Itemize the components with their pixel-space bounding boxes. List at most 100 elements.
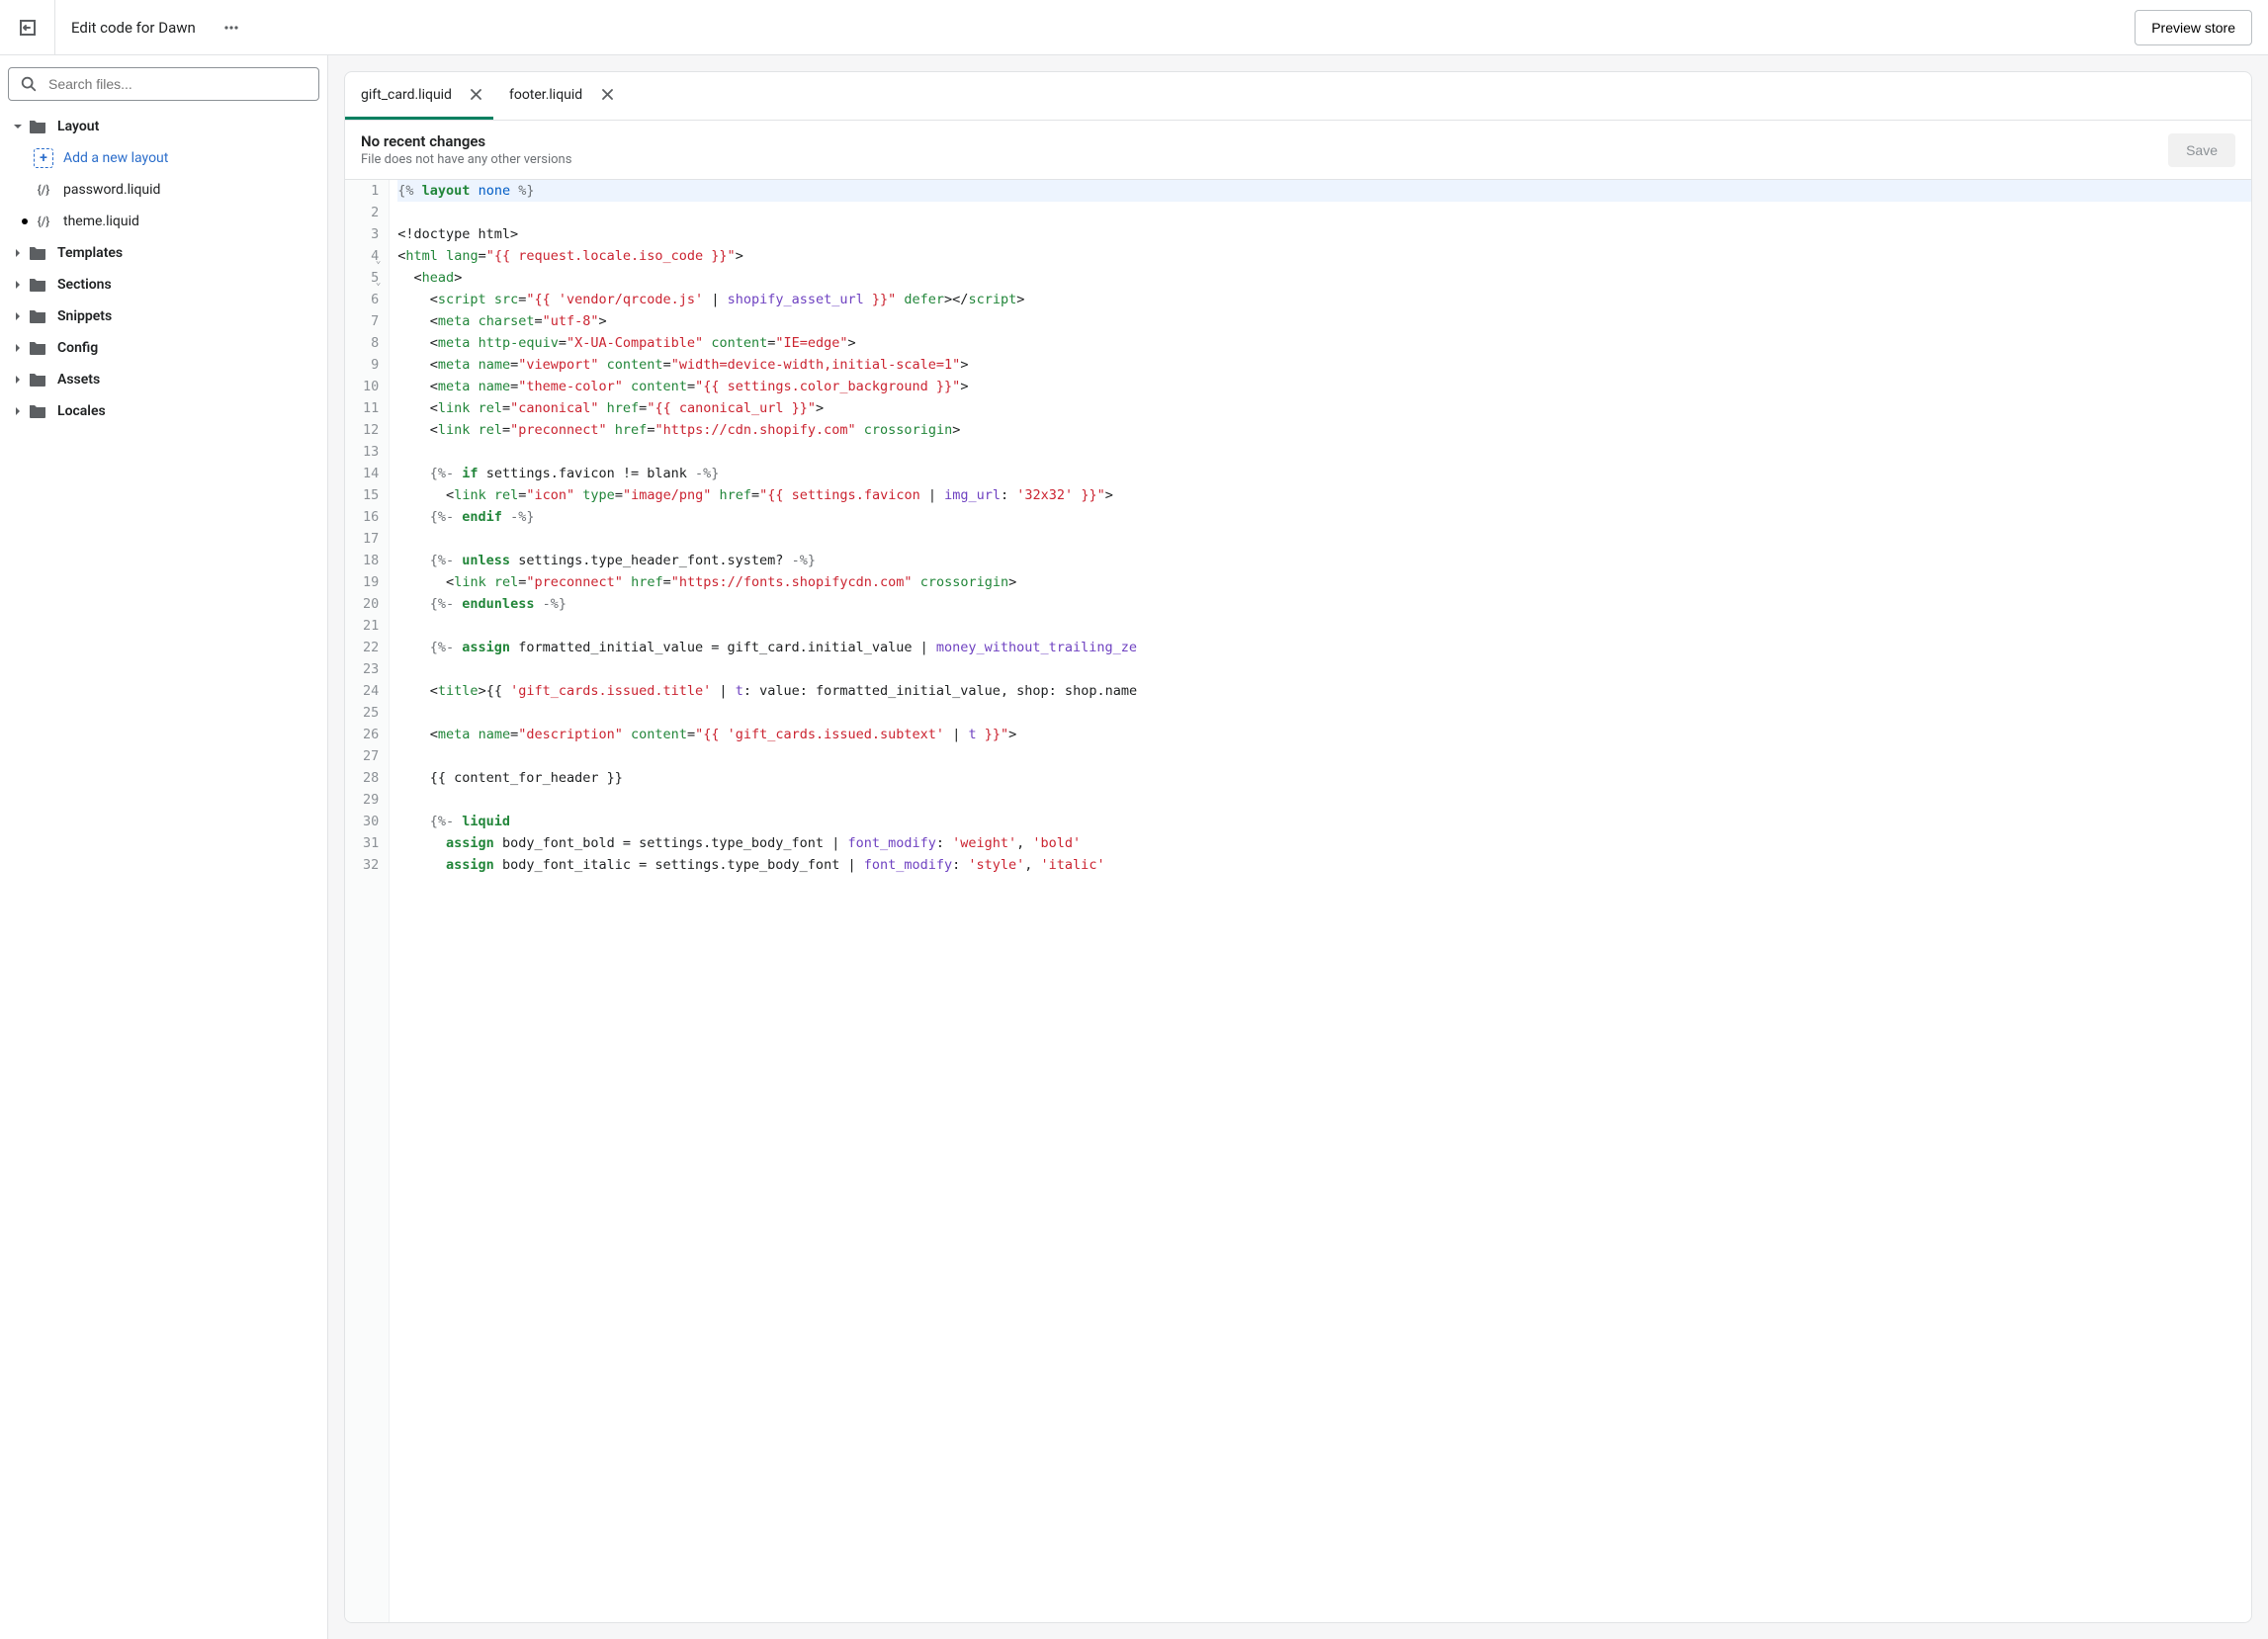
code-line[interactable]: <meta name="description" content="{{ 'gi… [397,724,2251,745]
line-number: 7 [363,310,379,332]
line-number: 31 [363,832,379,854]
line-number: 21 [363,615,379,637]
code-line[interactable]: <link rel="canonical" href="{{ canonical… [397,397,2251,419]
line-number: 23 [363,658,379,680]
tab-footer-liquid[interactable]: footer.liquid [493,72,624,120]
editor-area: gift_card.liquid footer.liquid No recent … [328,55,2268,1639]
tab-label: gift_card.liquid [361,87,452,103]
code-line[interactable]: {%- endif -%} [397,506,2251,528]
folder-assets[interactable]: Assets [8,364,319,395]
main: Layout +Add a new layout{/}password.liqui… [0,55,2268,1639]
line-number: 16 [363,506,379,528]
line-number: 26 [363,724,379,745]
line-number: 32 [363,854,379,876]
folder-label: Config [57,340,98,356]
line-number: 9 [363,354,379,376]
line-number: 28 [363,767,379,789]
code-line[interactable] [397,789,2251,811]
file-theme-liquid[interactable]: {/}theme.liquid [8,206,319,237]
header-left: Edit code for Dawn [0,0,247,55]
folder-icon [28,401,47,421]
line-number: 18 [363,550,379,571]
plus-dashed-icon: + [34,148,53,168]
modified-dot-icon [22,218,28,224]
folder-icon [28,117,47,136]
code-line[interactable]: {%- unless settings.type_header_font.sys… [397,550,2251,571]
code-line[interactable]: <head> [397,267,2251,289]
line-number: 2 [363,202,379,223]
file-tree: Layout +Add a new layout{/}password.liqui… [8,111,319,427]
line-number: 20 [363,593,379,615]
close-tab-button[interactable] [468,86,485,104]
line-number: 30 [363,811,379,832]
code-line[interactable]: assign body_font_bold = settings.type_bo… [397,832,2251,854]
file-password-liquid[interactable]: {/}password.liquid [8,174,319,206]
folder-label: Locales [57,403,106,419]
folder-icon [28,243,47,263]
code-line[interactable] [397,702,2251,724]
line-number: 24 [363,680,379,702]
search-wrap [8,67,319,101]
code-line[interactable]: assign body_font_italic = settings.type_… [397,854,2251,876]
folder-locales[interactable]: Locales [8,395,319,427]
code-line[interactable]: <link rel="preconnect" href="https://cdn… [397,419,2251,441]
more-actions-button[interactable] [216,12,247,43]
code-line[interactable] [397,658,2251,680]
folder-config[interactable]: Config [8,332,319,364]
code-line[interactable]: {%- endunless -%} [397,593,2251,615]
save-button[interactable]: Save [2168,133,2235,167]
code-line[interactable]: <!doctype html> [397,223,2251,245]
code-line[interactable] [397,615,2251,637]
code-line[interactable] [397,528,2251,550]
line-number: 19 [363,571,379,593]
chevron-down-icon [12,121,24,132]
folder-snippets[interactable]: Snippets [8,301,319,332]
code-line[interactable] [397,441,2251,463]
folder-label: Layout [57,119,99,134]
line-number: 14 [363,463,379,484]
page-title: Edit code for Dawn [55,19,212,37]
folder-templates[interactable]: Templates [8,237,319,269]
tab-gift_card-liquid[interactable]: gift_card.liquid [345,72,493,120]
chevron-right-icon [12,310,24,322]
line-number: 8 [363,332,379,354]
code-line[interactable]: {{ content_for_header }} [397,767,2251,789]
code-line[interactable]: <script src="{{ 'vendor/qrcode.js' | sho… [397,289,2251,310]
add-new-layout[interactable]: +Add a new layout [8,142,319,174]
code-content[interactable]: {% layout none %} <!doctype html><html l… [390,180,2251,1622]
code-line[interactable]: <meta name="theme-color" content="{{ set… [397,376,2251,397]
code-line[interactable]: {%- if settings.favicon != blank -%} [397,463,2251,484]
folder-label: Sections [57,277,112,293]
search-icon [20,75,38,93]
code-line[interactable]: <meta charset="utf-8"> [397,310,2251,332]
line-number: 29 [363,789,379,811]
folder-icon [28,370,47,389]
preview-store-button[interactable]: Preview store [2135,10,2252,45]
code-line[interactable]: {% layout none %} [397,180,2251,202]
more-horizontal-icon [222,19,240,37]
code-line[interactable]: {%- assign formatted_initial_value = gif… [397,637,2251,658]
search-input[interactable] [8,67,319,101]
line-number: 6 [363,289,379,310]
code-line[interactable]: <meta name="viewport" content="width=dev… [397,354,2251,376]
code-line[interactable]: <html lang="{{ request.locale.iso_code }… [397,245,2251,267]
folder-sections[interactable]: Sections [8,269,319,301]
changes-subtitle: File does not have any other versions [361,152,571,167]
code-line[interactable]: <title>{{ 'gift_cards.issued.title' | t:… [397,680,2251,702]
line-number: 27 [363,745,379,767]
chevron-right-icon [12,279,24,291]
code-line[interactable] [397,745,2251,767]
code-line[interactable] [397,202,2251,223]
exit-button[interactable] [0,0,55,55]
folder-layout[interactable]: Layout [8,111,319,142]
code-line[interactable]: <link rel="icon" type="image/png" href="… [397,484,2251,506]
close-tab-button[interactable] [598,86,616,104]
code-line[interactable]: <meta http-equiv="X-UA-Compatible" conte… [397,332,2251,354]
code-line[interactable]: {%- liquid [397,811,2251,832]
exit-icon [18,18,38,38]
line-gutter: 1234⌄5⌄678910111213141516171819202122232… [345,180,390,1622]
code-line[interactable]: <link rel="preconnect" href="https://fon… [397,571,2251,593]
folder-label: Assets [57,372,100,388]
code-editor[interactable]: 1234⌄5⌄678910111213141516171819202122232… [345,180,2251,1622]
changes-bar: No recent changes File does not have any… [345,121,2251,180]
